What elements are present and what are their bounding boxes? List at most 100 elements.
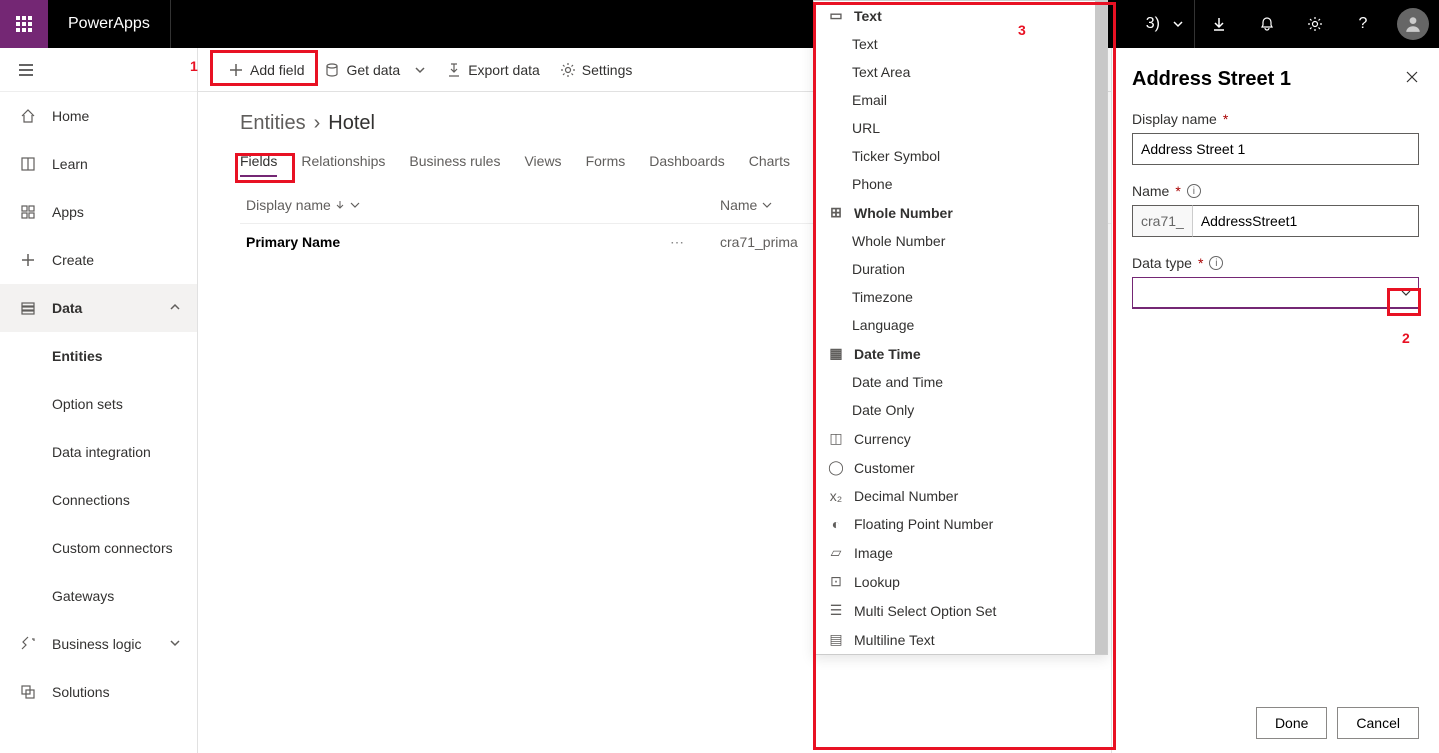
environment-picker[interactable]: 3) bbox=[1136, 0, 1194, 48]
cancel-button[interactable]: Cancel bbox=[1337, 707, 1419, 739]
nav-option-sets[interactable]: Option sets bbox=[0, 380, 197, 428]
nav-solutions[interactable]: Solutions bbox=[0, 668, 197, 716]
nav-business-logic[interactable]: Business logic bbox=[0, 620, 197, 668]
datatype-ticker-symbol[interactable]: Ticker Symbol bbox=[814, 142, 1107, 170]
item-label: Timezone bbox=[852, 289, 913, 305]
dropdown-scrollbar[interactable] bbox=[1095, 1, 1107, 654]
tab-fields[interactable]: Fields bbox=[240, 147, 277, 177]
nav-data[interactable]: Data bbox=[0, 284, 197, 332]
display-name-input[interactable] bbox=[1132, 133, 1419, 165]
app-launcher-button[interactable] bbox=[0, 0, 48, 48]
person-icon bbox=[1404, 15, 1422, 33]
flow-icon bbox=[18, 636, 38, 652]
name-input[interactable] bbox=[1193, 205, 1419, 237]
nav-label: Connections bbox=[52, 492, 130, 508]
left-nav: Home Learn Apps Create Data Entities Opt… bbox=[0, 48, 198, 753]
nav-create[interactable]: Create bbox=[0, 236, 197, 284]
datatype-group-whole-number: ⊞Whole Number bbox=[814, 198, 1107, 227]
datatype-date-only[interactable]: Date Only bbox=[814, 396, 1107, 424]
download-button[interactable] bbox=[1195, 0, 1243, 48]
tab-dashboards[interactable]: Dashboards bbox=[649, 147, 725, 177]
settings-button[interactable]: Settings bbox=[550, 56, 643, 84]
app-name: PowerApps bbox=[48, 15, 170, 33]
nav-data-integration[interactable]: Data integration bbox=[0, 428, 197, 476]
calendar-icon: ▦ bbox=[828, 345, 844, 362]
column-display-name[interactable]: Display name bbox=[240, 197, 720, 213]
item-label: Duration bbox=[852, 261, 905, 277]
field-properties-panel: Address Street 1 Display name* Name*i cr… bbox=[1111, 48, 1439, 753]
nav-apps[interactable]: Apps bbox=[0, 188, 197, 236]
database-icon bbox=[324, 62, 340, 78]
datatype-decimal-number[interactable]: x₂Decimal Number bbox=[814, 482, 1107, 510]
notifications-button[interactable] bbox=[1243, 0, 1291, 48]
nav-custom-connectors[interactable]: Custom connectors bbox=[0, 524, 197, 572]
export-data-button[interactable]: Export data bbox=[436, 56, 550, 84]
tab-charts[interactable]: Charts bbox=[749, 147, 790, 177]
item-label: Email bbox=[852, 92, 887, 108]
tab-label: Charts bbox=[749, 153, 790, 169]
user-avatar[interactable] bbox=[1397, 8, 1429, 40]
datatype-timezone[interactable]: Timezone bbox=[814, 283, 1107, 311]
column-label: Name bbox=[720, 197, 757, 213]
datatype-date-and-time[interactable]: Date and Time bbox=[814, 368, 1107, 396]
solutions-icon bbox=[18, 684, 38, 700]
datatype-select[interactable] bbox=[1132, 277, 1419, 309]
currency-icon: ◫ bbox=[828, 430, 844, 447]
tab-views[interactable]: Views bbox=[524, 147, 561, 177]
hamburger-button[interactable] bbox=[0, 48, 197, 92]
info-icon[interactable]: i bbox=[1209, 256, 1223, 270]
nav-label: Create bbox=[52, 252, 94, 268]
item-label: Ticker Symbol bbox=[852, 148, 940, 164]
item-label: Phone bbox=[852, 176, 892, 192]
nav-label: Entities bbox=[52, 348, 103, 364]
item-label: Currency bbox=[854, 431, 911, 447]
tab-relationships[interactable]: Relationships bbox=[301, 147, 385, 177]
datatype-currency[interactable]: ◫ Currency bbox=[814, 424, 1107, 453]
group-label: Date Time bbox=[854, 346, 921, 362]
datatype-image[interactable]: ▱Image bbox=[814, 538, 1107, 567]
done-button[interactable]: Done bbox=[1256, 707, 1327, 739]
get-data-split[interactable] bbox=[410, 58, 436, 82]
nav-entities[interactable]: Entities bbox=[0, 332, 197, 380]
item-label: Multi Select Option Set bbox=[854, 603, 996, 619]
datatype-multiline-text[interactable]: ▤Multiline Text bbox=[814, 625, 1107, 654]
help-button[interactable]: ? bbox=[1339, 0, 1387, 48]
datatype-duration[interactable]: Duration bbox=[814, 255, 1107, 283]
datatype-floating-point[interactable]: ◐Floating Point Number bbox=[814, 510, 1107, 538]
plus-icon bbox=[228, 62, 244, 78]
datatype-lookup[interactable]: ⊡Lookup bbox=[814, 567, 1107, 596]
breadcrumb-entities[interactable]: Entities bbox=[240, 112, 306, 135]
chevron-down-icon bbox=[1400, 287, 1412, 299]
annotation-label-2: 2 bbox=[1402, 330, 1410, 346]
breadcrumb-current: Hotel bbox=[328, 112, 375, 135]
datatype-text[interactable]: Text bbox=[814, 30, 1107, 58]
nav-label: Option sets bbox=[52, 396, 123, 412]
settings-button[interactable] bbox=[1291, 0, 1339, 48]
row-more-button[interactable]: ⋯ bbox=[670, 234, 684, 251]
get-data-button[interactable]: Get data bbox=[314, 56, 410, 84]
datatype-customer[interactable]: ◯Customer bbox=[814, 453, 1107, 482]
image-icon: ▱ bbox=[828, 544, 844, 561]
datatype-multi-select-option-set[interactable]: ☰Multi Select Option Set bbox=[814, 596, 1107, 625]
datatype-phone[interactable]: Phone bbox=[814, 170, 1107, 198]
tab-label: Dashboards bbox=[649, 153, 725, 169]
float-icon: ◐ bbox=[828, 516, 844, 532]
annotation-label-3: 3 bbox=[1018, 22, 1026, 38]
tab-business-rules[interactable]: Business rules bbox=[409, 147, 500, 177]
info-icon[interactable]: i bbox=[1187, 184, 1201, 198]
datatype-language[interactable]: Language bbox=[814, 311, 1107, 339]
nav-home[interactable]: Home bbox=[0, 92, 197, 140]
gear-icon bbox=[560, 62, 576, 78]
add-field-button[interactable]: Add field bbox=[218, 56, 314, 84]
nav-gateways[interactable]: Gateways bbox=[0, 572, 197, 620]
datatype-text-area[interactable]: Text Area bbox=[814, 58, 1107, 86]
nav-connections[interactable]: Connections bbox=[0, 476, 197, 524]
datatype-email[interactable]: Email bbox=[814, 86, 1107, 114]
nav-learn[interactable]: Learn bbox=[0, 140, 197, 188]
datatype-whole-number[interactable]: Whole Number bbox=[814, 227, 1107, 255]
tab-forms[interactable]: Forms bbox=[586, 147, 626, 177]
scroll-thumb[interactable] bbox=[1095, 1, 1107, 655]
nav-label: Apps bbox=[52, 204, 84, 220]
close-panel-button[interactable] bbox=[1405, 70, 1419, 89]
datatype-url[interactable]: URL bbox=[814, 114, 1107, 142]
